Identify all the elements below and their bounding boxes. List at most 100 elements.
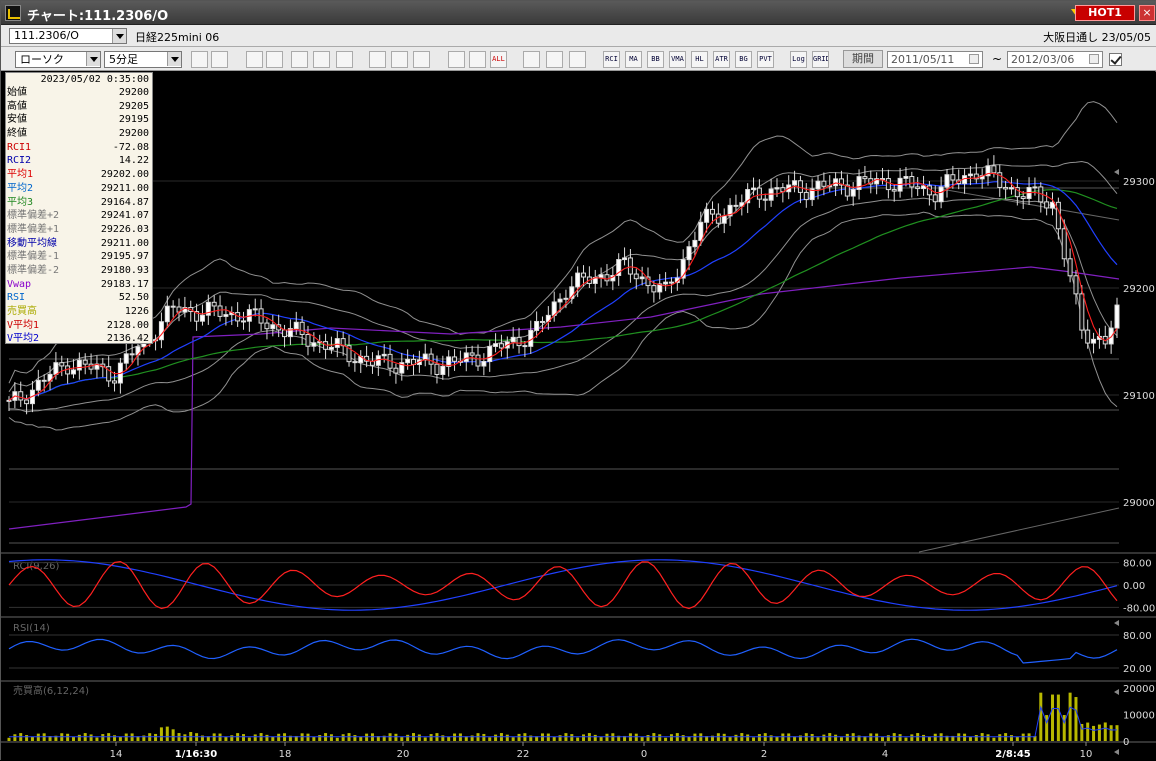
candle-body	[639, 276, 645, 280]
info-panel: 2023/05/02 0:35:00 始値 29200 高値 29205 安値 29195…	[5, 72, 153, 344]
chevron-down-icon[interactable]	[86, 52, 100, 66]
candle-body	[6, 399, 12, 402]
chevron-down-icon[interactable]	[112, 29, 126, 43]
candle-body	[282, 329, 288, 338]
close-icon[interactable]: ×	[1139, 5, 1155, 21]
info-row: 標準偏差-2 29180.93	[6, 264, 152, 278]
chart-app-icon	[5, 5, 21, 21]
zoom-icon[interactable]	[191, 51, 208, 68]
candle-body	[885, 178, 891, 191]
candle-body	[604, 274, 610, 282]
volume-bar	[992, 737, 996, 741]
info-label: RCI1	[7, 141, 32, 153]
date-from-input[interactable]: 2011/05/11	[887, 51, 983, 68]
title-bar: チャート:111.2306/O HOT1 ×	[1, 1, 1156, 25]
interval-select[interactable]: 5分足	[104, 51, 182, 68]
volume-bar	[986, 734, 990, 741]
indicator-button-vma[interactable]: VMA	[669, 51, 686, 68]
info-label: 安値	[7, 114, 27, 126]
price-chart[interactable]: 29300292002910029000RCI(9,26) 80.000.00-8…	[1, 72, 1156, 761]
symbol-combobox[interactable]: 111.2306/O	[9, 28, 127, 44]
search-icon[interactable]	[266, 51, 283, 68]
volume-bar	[1051, 694, 1055, 741]
volume-bar	[1074, 697, 1078, 741]
candle-icon[interactable]	[448, 51, 465, 68]
indicator-button-rci[interactable]: RCI	[603, 51, 620, 68]
bollinger-lower-2	[8, 211, 1118, 431]
indicator-button-grid[interactable]: GRID	[812, 51, 829, 68]
candle-body	[240, 320, 246, 323]
apply-checkbox[interactable]	[1109, 53, 1122, 66]
candle-body	[622, 257, 628, 261]
chevron-down-icon[interactable]	[167, 52, 181, 66]
settings-icon[interactable]	[523, 51, 540, 68]
pen-icon[interactable]	[369, 51, 386, 68]
candle-body	[59, 362, 65, 367]
candle2-icon[interactable]	[469, 51, 486, 68]
volume-bar	[681, 735, 685, 741]
indicator-button-atr[interactable]: ATR	[713, 51, 730, 68]
moving-average-2	[8, 180, 1118, 401]
date-to-input[interactable]: 2012/03/06	[1007, 51, 1103, 68]
candle-body	[41, 379, 47, 382]
period-button[interactable]: 期間	[843, 50, 883, 68]
info-row: 移動平均線 29211.00	[6, 237, 152, 251]
indicator-button-hl[interactable]: HL	[691, 51, 708, 68]
indicator-button-bg[interactable]: BG	[735, 51, 752, 68]
calendar-icon[interactable]	[1089, 54, 1099, 64]
volume-bar	[1103, 722, 1107, 741]
arrow-icon[interactable]	[313, 51, 330, 68]
bollinger-upper-1	[8, 160, 1118, 393]
candle-body	[651, 285, 657, 293]
color-icon[interactable]	[569, 51, 586, 68]
info-value: -72.08	[112, 141, 149, 153]
volume-bar	[769, 735, 773, 741]
chart-icon[interactable]	[291, 51, 308, 68]
candle-body	[967, 173, 973, 177]
indicator-button-log[interactable]: Log	[790, 51, 807, 68]
candle-body	[252, 308, 258, 311]
volume-bar	[230, 735, 234, 741]
rsi-level-label: 20.00	[1123, 664, 1152, 675]
candle-body	[991, 165, 997, 174]
candle-body	[440, 365, 446, 375]
info-value: 2128.00	[106, 319, 149, 331]
warning-icon[interactable]	[336, 51, 353, 68]
info-label: 平均2	[7, 182, 34, 194]
volume-bar	[904, 737, 908, 741]
volume-bar	[359, 736, 363, 741]
volume-level-label: 20000	[1123, 684, 1155, 695]
down-icon[interactable]	[246, 51, 263, 68]
interval-value: 5分足	[109, 53, 138, 66]
volume-bar	[335, 737, 339, 741]
volume-bar	[886, 735, 890, 741]
info-row: 標準偏差+1 29226.03	[6, 223, 152, 237]
tool-icon[interactable]	[546, 51, 563, 68]
candle-body	[405, 358, 411, 364]
info-value: 29211.00	[100, 182, 149, 194]
calendar-icon[interactable]	[969, 54, 979, 64]
hot-button[interactable]: HOT1	[1075, 5, 1135, 21]
chart-area[interactable]: 29300 29200 29100 29000 RCI(9,26) 80.00 0.00 -8…	[1, 72, 1156, 761]
undo-icon[interactable]	[413, 51, 430, 68]
candle-body	[756, 187, 762, 200]
indicator-button-pvt[interactable]: PVT	[757, 51, 774, 68]
indicator-button-ma[interactable]: MA	[625, 51, 642, 68]
all-icon[interactable]: ALL	[490, 51, 507, 68]
cursor-icon[interactable]	[211, 51, 228, 68]
volume-bar	[89, 734, 93, 741]
indicator-button-bb[interactable]: BB	[647, 51, 664, 68]
volume-bar	[1009, 735, 1013, 741]
volume-bar	[165, 726, 169, 741]
date-from-value: 2011/05/11	[891, 53, 955, 66]
volume-bar	[101, 734, 105, 741]
info-value: 52.50	[118, 292, 149, 304]
volume-level-label: 10000	[1123, 711, 1155, 722]
price-axis-label: 29200	[1123, 284, 1155, 295]
candle-body	[522, 345, 528, 348]
candle-body	[293, 321, 299, 330]
chart-type-select[interactable]: ローソク	[15, 51, 101, 68]
select-icon[interactable]	[391, 51, 408, 68]
volume-bar	[171, 729, 175, 741]
candle-body	[534, 320, 540, 331]
